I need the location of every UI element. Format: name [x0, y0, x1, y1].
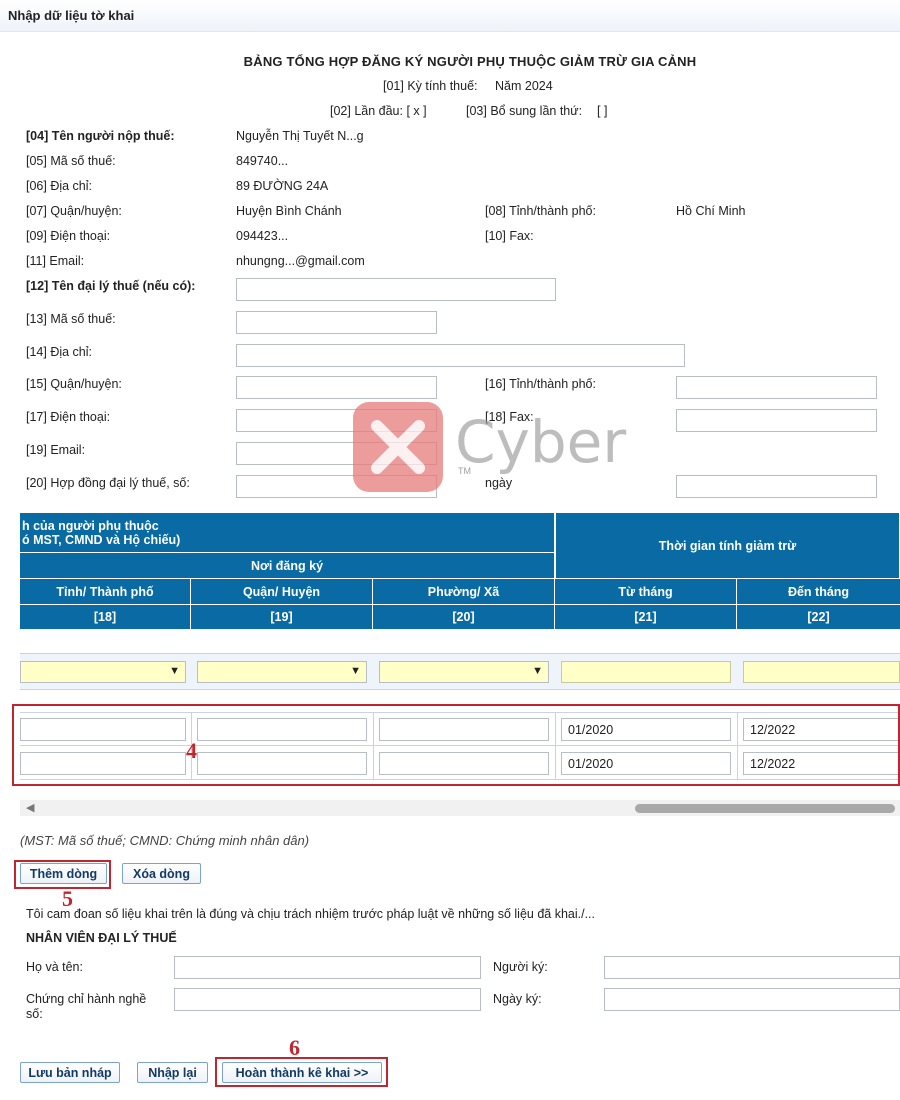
chevron-down-icon: ▼: [532, 665, 543, 677]
agent-address-input[interactable]: [236, 344, 685, 367]
agent-email-label: [19] Email:: [26, 443, 86, 457]
supplement-value: [ ]: [597, 104, 608, 118]
agent-date-label: ngày: [485, 476, 513, 490]
taxpayer-mst-value: 849740...: [236, 154, 289, 168]
scroll-left-icon[interactable]: ◀: [26, 801, 34, 814]
agent-staff-title: NHÂN VIÊN ĐẠI LÝ THUẾ: [26, 931, 177, 945]
agent-province-input[interactable]: [676, 376, 877, 399]
first-time-flag: [02] Lần đầu: [ x ]: [330, 104, 427, 118]
table-header-registration-place: Nơi đăng ký: [20, 553, 555, 579]
col-header-ward: Phường/ Xã: [373, 579, 555, 605]
to-month-input-new[interactable]: [743, 661, 900, 683]
annotation-4: 4: [186, 738, 197, 763]
province-select[interactable]: ▼: [20, 661, 186, 683]
col-code-21: [21]: [555, 605, 737, 630]
taxpayer-email-value: nhungng...@gmail.com: [236, 254, 365, 268]
table-header-dependent-info: h của người phụ thuộc ó MST, CMND và Hộ …: [20, 513, 555, 553]
table-header-deduction-period: Thời gian tính giảm trừ: [555, 513, 900, 579]
supplement-label: [03] Bổ sung lần thứ:: [466, 104, 583, 118]
watermark-text: Cyber: [455, 408, 627, 476]
abbreviation-note: (MST: Mã số thuế; CMND: Chứng minh nhân …: [20, 833, 310, 848]
complete-declaration-button[interactable]: Hoàn thành kê khai >>: [222, 1062, 382, 1083]
reset-button[interactable]: Nhập lại: [137, 1062, 208, 1083]
agent-name-label: [12] Tên đại lý thuế (nếu có):: [26, 279, 196, 293]
taxpayer-address-label: [06] Địa chỉ:: [26, 179, 93, 193]
taxpayer-fax-label: [10] Fax:: [485, 229, 534, 243]
staff-sign-date-label: Ngày ký:: [493, 992, 542, 1006]
scrollbar-thumb[interactable]: [635, 804, 895, 813]
table-header-partial-1: h của người phụ thuộc: [22, 518, 159, 533]
agent-address-label: [14] Địa chỉ:: [26, 345, 93, 359]
taxpayer-name-value: Nguyễn Thị Tuyết N...g: [236, 129, 364, 143]
col-header-province: Tỉnh/ Thành phố: [20, 579, 191, 605]
staff-signer-label: Người ký:: [493, 960, 548, 974]
staff-cert-input[interactable]: [174, 988, 481, 1011]
chevron-down-icon: ▼: [350, 665, 361, 677]
col-code-20: [20]: [373, 605, 555, 630]
declaration-text: Tôi cam đoan số liệu khai trên là đúng v…: [26, 907, 596, 921]
taxpayer-address-value: 89 ĐƯỜNG 24A: [236, 179, 329, 193]
staff-sign-date-input[interactable]: [604, 988, 900, 1011]
delete-row-button[interactable]: Xóa dòng: [122, 863, 201, 884]
staff-cert-label-1: Chứng chỉ hành nghề: [26, 992, 147, 1006]
col-header-from-month: Từ tháng: [555, 579, 737, 605]
taxpayer-mst-label: [05] Mã số thuế:: [26, 154, 116, 168]
staff-signer-input[interactable]: [604, 956, 900, 979]
page-title: Nhập dữ liệu tờ khai: [8, 8, 135, 23]
tax-period-value: Năm 2024: [495, 79, 553, 93]
district-select[interactable]: ▼: [197, 661, 367, 683]
chevron-down-icon: ▼: [169, 665, 180, 677]
from-month-input-new[interactable]: [561, 661, 731, 683]
tax-period-label: [01] Kỳ tính thuế:: [383, 79, 478, 93]
taxpayer-phone-label: [09] Điện thoại:: [26, 229, 111, 243]
form-title: BẢNG TỔNG HỢP ĐĂNG KÝ NGƯỜI PHỤ THUỘC GI…: [243, 54, 697, 69]
agent-contract-label: [20] Hợp đồng đại lý thuế, số:: [26, 476, 190, 490]
agent-fax-input[interactable]: [676, 409, 877, 432]
col-code-22: [22]: [737, 605, 900, 630]
col-header-to-month: Đến tháng: [737, 579, 900, 605]
agent-mst-label: [13] Mã số thuế:: [26, 312, 116, 326]
save-draft-button[interactable]: Lưu bản nháp: [20, 1062, 120, 1083]
taxpayer-district-value: Huyện Bình Chánh: [236, 204, 342, 218]
taxpayer-phone-value: 094423...: [236, 229, 289, 243]
col-header-district: Quận/ Huyện: [191, 579, 373, 605]
staff-cert-label-2: số:: [26, 1007, 43, 1021]
add-row-button[interactable]: Thêm dòng: [20, 863, 107, 884]
agent-mst-input[interactable]: [236, 311, 437, 334]
cyber-logo-icon: [353, 402, 443, 492]
agent-district-label: [15] Quận/huyện:: [26, 377, 122, 391]
taxpayer-district-label: [07] Quận/huyện:: [26, 204, 122, 218]
staff-fullname-input[interactable]: [174, 956, 481, 979]
table-spacer-row: [20, 630, 900, 654]
annotation-box-4: [12, 704, 900, 786]
header-bar: [0, 0, 900, 32]
taxpayer-province-value: Hồ Chí Minh: [676, 204, 746, 218]
agent-name-input[interactable]: [236, 278, 556, 301]
col-code-19: [19]: [191, 605, 373, 630]
staff-fullname-label: Họ và tên:: [26, 960, 83, 974]
agent-phone-label: [17] Điện thoại:: [26, 410, 111, 424]
taxpayer-email-label: [11] Email:: [26, 254, 85, 268]
taxpayer-province-label: [08] Tỉnh/thành phố:: [485, 204, 596, 218]
agent-province-label: [16] Tỉnh/thành phố:: [485, 377, 596, 391]
watermark-tm: TM: [458, 466, 471, 476]
agent-date-input[interactable]: [676, 475, 877, 498]
taxpayer-name-label: [04] Tên người nộp thuế:: [26, 129, 175, 143]
ward-select[interactable]: ▼: [379, 661, 549, 683]
col-code-18: [18]: [20, 605, 191, 630]
agent-district-input[interactable]: [236, 376, 437, 399]
table-header-partial-2: ó MST, CMND và Hộ chiếu): [22, 532, 181, 547]
